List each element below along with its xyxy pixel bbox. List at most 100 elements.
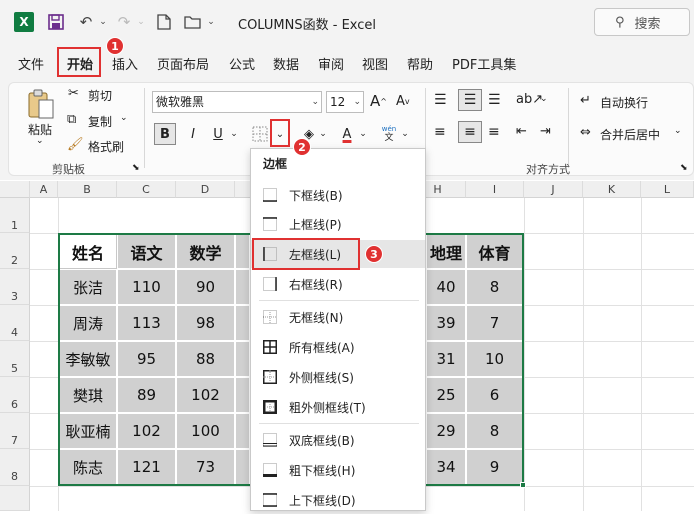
quick-access-dropdown-icon[interactable]: ⌄ [206, 12, 216, 32]
tab-review[interactable]: 审阅 [318, 54, 344, 73]
orientation-dropdown-icon[interactable]: ⌄ [540, 94, 548, 104]
format-painter-button[interactable]: 格式刷 [88, 138, 124, 155]
border-dropdown-button[interactable]: ⌄ [272, 123, 288, 145]
alignment-launcher-icon[interactable]: ⬊ [680, 163, 688, 173]
table-cell[interactable]: 31 [426, 341, 466, 377]
table-cell[interactable]: 102 [117, 413, 176, 449]
select-all-corner[interactable] [0, 181, 30, 198]
table-cell[interactable]: 7 [466, 305, 523, 341]
menu-item-right-border[interactable]: 右框线(R) [251, 270, 425, 298]
table-cell[interactable]: 樊琪 [59, 377, 117, 413]
row-header-partial[interactable] [0, 486, 30, 511]
tab-file[interactable]: 文件 [18, 54, 44, 73]
table-cell[interactable]: 39 [426, 305, 466, 341]
table-cell[interactable]: 8 [466, 413, 523, 449]
tab-data[interactable]: 数据 [273, 54, 299, 73]
table-cell[interactable]: 29 [426, 413, 466, 449]
row-header[interactable]: 7 [0, 413, 30, 449]
align-top-icon[interactable]: ☰ [434, 92, 447, 108]
undo-icon[interactable]: ↶ [76, 12, 96, 32]
column-header[interactable]: B [58, 181, 117, 198]
tab-formulas[interactable]: 公式 [229, 54, 255, 73]
tab-pdf-tools[interactable]: PDF工具集 [452, 54, 516, 73]
table-cell[interactable]: 陈志 [59, 449, 117, 485]
bold-button[interactable]: B [154, 123, 176, 145]
tab-page-layout[interactable]: 页面布局 [157, 54, 209, 73]
menu-item-thick-bottom-border[interactable]: 粗下框线(H) [251, 456, 425, 484]
font-size-select[interactable]: 12 ⌄ [326, 91, 364, 113]
table-cell[interactable]: 40 [426, 269, 466, 305]
clipboard-launcher-icon[interactable]: ⬊ [132, 163, 140, 173]
underline-dropdown-icon[interactable]: ⌄ [229, 123, 239, 145]
font-name-select[interactable]: 微软雅黑 ⌄ [152, 91, 322, 113]
table-cell[interactable]: 102 [176, 377, 235, 413]
table-header-cell[interactable]: 语文 [117, 234, 176, 269]
column-header[interactable]: I [466, 181, 524, 198]
paste-dropdown-icon[interactable]: ⌄ [36, 136, 44, 146]
font-color-icon[interactable]: A [336, 123, 358, 145]
fill-color-dropdown-icon[interactable]: ⌄ [318, 123, 328, 145]
menu-item-top-border[interactable]: 上框线(P) [251, 210, 425, 238]
redo-dropdown-icon[interactable]: ⌄ [136, 12, 146, 32]
table-cell[interactable]: 100 [176, 413, 235, 449]
menu-item-bottom-border[interactable]: 下框线(B) [251, 181, 425, 209]
row-header[interactable]: 8 [0, 449, 30, 486]
table-header-cell[interactable] [235, 234, 250, 269]
cut-button[interactable]: 剪切 [88, 87, 112, 104]
menu-item-no-border[interactable]: 无框线(N) [251, 303, 425, 331]
paste-icon[interactable] [26, 88, 58, 120]
table-cell[interactable]: 6 [466, 377, 523, 413]
save-icon[interactable] [46, 12, 66, 32]
table-cell[interactable]: 耿亚楠 [59, 413, 117, 449]
menu-item-double-bottom-border[interactable]: 双底框线(B) [251, 426, 425, 454]
table-cell[interactable]: 8 [466, 269, 523, 305]
increase-indent-icon[interactable]: ⇥ [540, 124, 551, 139]
table-cell[interactable]: 95 [117, 341, 176, 377]
row-header[interactable]: 1 [0, 198, 30, 233]
copy-icon[interactable]: ⧉ [67, 112, 76, 127]
column-header[interactable]: D [176, 181, 235, 198]
copy-button[interactable]: 复制 [88, 113, 112, 130]
border-icon[interactable] [249, 123, 271, 145]
phonetic-dropdown-icon[interactable]: ⌄ [400, 123, 410, 145]
tab-insert[interactable]: 插入 [112, 54, 138, 73]
column-header[interactable]: J [524, 181, 583, 198]
merge-dropdown-icon[interactable]: ⌄ [674, 126, 682, 136]
column-header[interactable]: A [30, 181, 58, 198]
menu-item-thick-outside-borders[interactable]: 粗外侧框线(T) [251, 393, 425, 421]
table-cell[interactable]: 98 [176, 305, 235, 341]
menu-item-outside-borders[interactable]: 外侧框线(S) [251, 363, 425, 391]
align-center-icon[interactable]: ≡ [458, 121, 482, 143]
table-cell[interactable]: 25 [426, 377, 466, 413]
table-cell[interactable] [235, 413, 250, 449]
table-cell[interactable]: 121 [117, 449, 176, 485]
format-painter-icon[interactable]: 🖌 [67, 137, 84, 152]
wrap-text-button[interactable]: 自动换行 [600, 94, 648, 111]
italic-button[interactable]: I [182, 123, 204, 145]
row-header[interactable]: 6 [0, 377, 30, 413]
open-folder-icon[interactable] [182, 12, 204, 32]
row-header[interactable]: 2 [0, 233, 30, 269]
increase-font-icon[interactable]: A ^ [370, 92, 387, 110]
align-middle-icon[interactable]: ☰ [458, 89, 482, 111]
table-cell[interactable]: 34 [426, 449, 466, 485]
row-header[interactable]: 3 [0, 269, 30, 305]
table-header-cell[interactable]: 数学 [176, 234, 235, 269]
menu-item-left-border[interactable]: 左框线(L) [251, 240, 425, 268]
table-cell[interactable]: 113 [117, 305, 176, 341]
table-cell[interactable] [235, 269, 250, 305]
copy-dropdown-icon[interactable]: ⌄ [120, 113, 128, 123]
merge-center-button[interactable]: 合并后居中 [600, 126, 660, 143]
search-box[interactable]: ⚲ 搜索 [594, 8, 690, 36]
phonetic-icon[interactable]: wén 文 [378, 123, 400, 145]
decrease-font-icon[interactable]: Av [396, 94, 410, 109]
row-header[interactable]: 5 [0, 341, 30, 377]
new-file-icon[interactable] [154, 12, 174, 32]
table-cell[interactable]: 9 [466, 449, 523, 485]
table-cell[interactable] [235, 377, 250, 413]
table-cell[interactable]: 张洁 [59, 269, 117, 305]
undo-dropdown-icon[interactable]: ⌄ [98, 12, 108, 32]
column-header[interactable]: C [117, 181, 176, 198]
column-header[interactable]: L [641, 181, 694, 198]
redo-icon[interactable]: ↷ [114, 12, 134, 32]
